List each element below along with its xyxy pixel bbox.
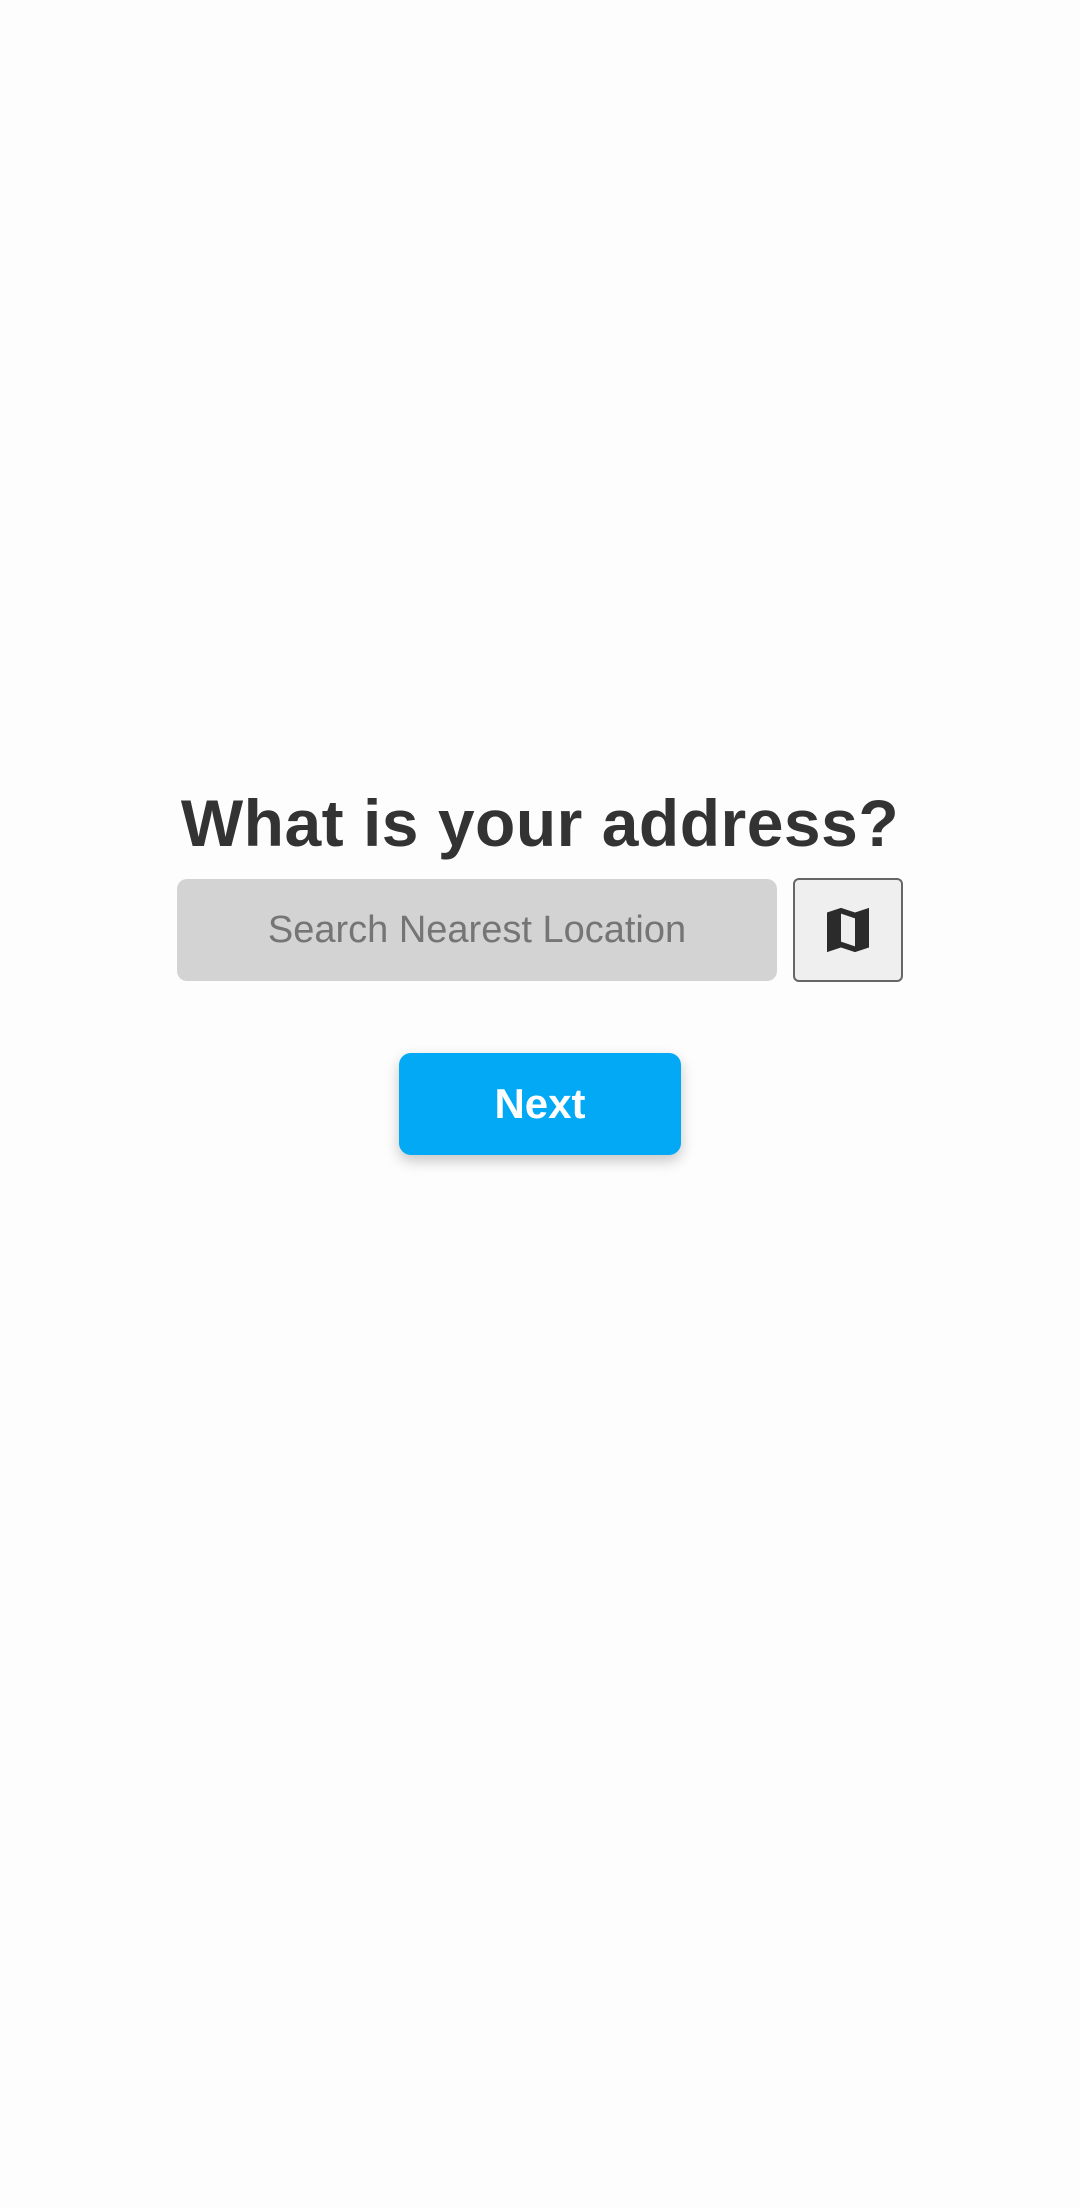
page-title: What is your address? (180, 786, 900, 860)
search-input[interactable] (177, 879, 777, 981)
search-row (177, 878, 904, 982)
map-button[interactable] (793, 878, 903, 982)
address-screen: What is your address? Next (0, 0, 1080, 2208)
next-button[interactable]: Next (399, 1053, 681, 1155)
map-icon (827, 907, 869, 953)
